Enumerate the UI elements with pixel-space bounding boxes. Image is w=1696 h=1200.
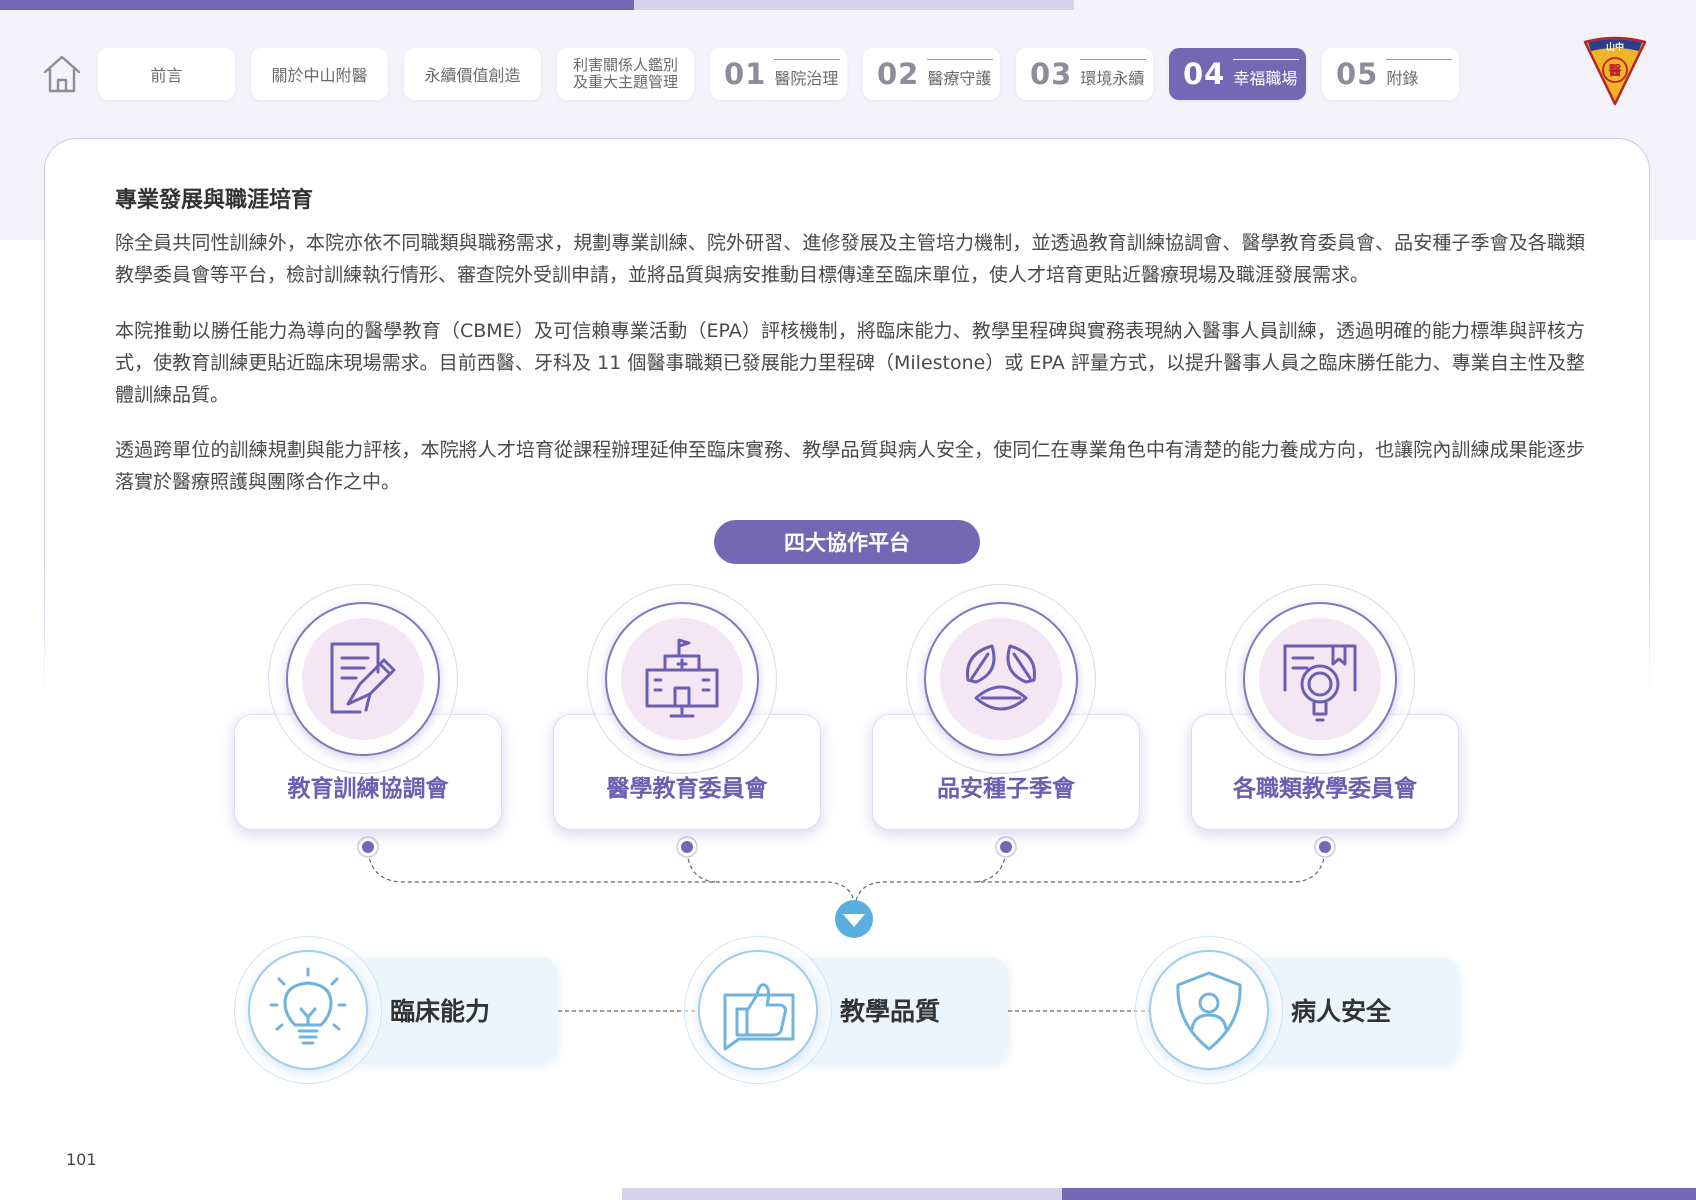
connector-line — [854, 851, 1326, 907]
nav-tab-number: 02 — [877, 57, 920, 91]
nav-tab-label: 關於中山附醫 — [271, 66, 368, 85]
nav-tab-number: 01 — [724, 57, 767, 91]
connector-dots — [357, 836, 1336, 858]
nav-tab-03[interactable]: 03 環境永續 — [1016, 48, 1153, 100]
lightbulb-icon — [269, 967, 347, 1045]
nav-tab-about[interactable]: 關於中山附醫 — [251, 48, 388, 100]
platform-label: 各職類教學委員會 — [1233, 776, 1417, 802]
thumbs-up-icon — [723, 983, 795, 1051]
leaves-icon — [966, 644, 1036, 711]
nav-tab-label-line2: 及重大主題管理 — [572, 73, 678, 91]
nav-tab-label: 醫療守護 — [927, 59, 994, 89]
outcome-label: 病人安全 — [1291, 997, 1392, 1026]
top-accent-bar — [0, 0, 634, 10]
nav-tab-02[interactable]: 02 醫療守護 — [863, 48, 1000, 100]
platform-header-pill: 四大協作平台 — [714, 520, 980, 564]
platform-header-label: 四大協作平台 — [784, 531, 910, 555]
nav-tab-04[interactable]: 04 幸福職場 — [1169, 48, 1306, 100]
bottom-accent-bar — [1062, 1188, 1696, 1200]
home-icon[interactable] — [42, 52, 82, 96]
nav-tab-stakeholders[interactable]: 利害關係人鑑別 及重大主題管理 — [557, 48, 694, 100]
bottom-accent-bar-light — [622, 1188, 1062, 1200]
connector-line — [974, 851, 1007, 883]
platform-label: 醫學教育委員會 — [606, 776, 768, 802]
nav-tab-value-creation[interactable]: 永續價值創造 — [404, 48, 541, 100]
nav-tab-label: 醫院治理 — [774, 59, 841, 89]
hospital-logo[interactable]: 山中 醫 — [1582, 36, 1648, 106]
section-title: 專業發展與職涯培育 — [115, 188, 314, 213]
shield-person-icon — [1176, 971, 1242, 1051]
logo-seal-text: 醫 — [1608, 64, 1621, 79]
nav-tab-preface[interactable]: 前言 — [98, 48, 235, 100]
outcome-label: 教學品質 — [840, 997, 941, 1026]
chapter-nav: 前言 關於中山附醫 永續價值創造 利害關係人鑑別 及重大主題管理 01 醫院治理… — [98, 48, 1459, 100]
nav-tab-05[interactable]: 05 附錄 — [1322, 48, 1459, 100]
nav-tab-label: 環境永續 — [1080, 59, 1147, 89]
logo-text: 山中 — [1606, 41, 1624, 53]
nav-tab-number: 05 — [1336, 57, 1379, 91]
down-arrow-icon — [835, 900, 873, 938]
platform-label: 品安種子季會 — [937, 776, 1075, 802]
paragraph-1: 除全員共同性訓練外，本院亦依不同職類與職務需求，規劃專業訓練、院外研習、進修發展… — [115, 232, 1585, 286]
page-number: 101 — [66, 1150, 97, 1169]
nav-tab-label: 永續價值創造 — [424, 66, 521, 85]
connector-line — [367, 851, 856, 907]
paragraph-3: 透過跨單位的訓練規劃與能力評核，本院將人才培育從課程辦理延伸至臨床實務、教學品質… — [115, 439, 1585, 493]
platform-label: 教育訓練協調會 — [287, 776, 449, 802]
connector-line — [686, 851, 716, 883]
nav-tab-label-line1: 利害關係人鑑別 — [572, 56, 678, 74]
document-pen-icon — [330, 642, 396, 714]
nav-tab-label: 幸福職場 — [1233, 59, 1300, 89]
nav-tab-number: 03 — [1030, 57, 1073, 91]
nav-tab-label: 前言 — [150, 66, 183, 85]
hospital-screen-icon — [645, 638, 719, 718]
nav-tab-number: 04 — [1183, 57, 1226, 91]
book-magnifier-icon — [1283, 644, 1357, 722]
paragraph-2: 本院推動以勝任能力為導向的醫學教育（CBME）及可信賴專業活動（EPA）評核機制… — [115, 320, 1585, 406]
top-accent-bar-light — [634, 0, 1074, 10]
outcome-label: 臨床能力 — [390, 997, 491, 1026]
nav-tab-label: 附錄 — [1386, 59, 1453, 89]
nav-tab-01[interactable]: 01 醫院治理 — [710, 48, 847, 100]
